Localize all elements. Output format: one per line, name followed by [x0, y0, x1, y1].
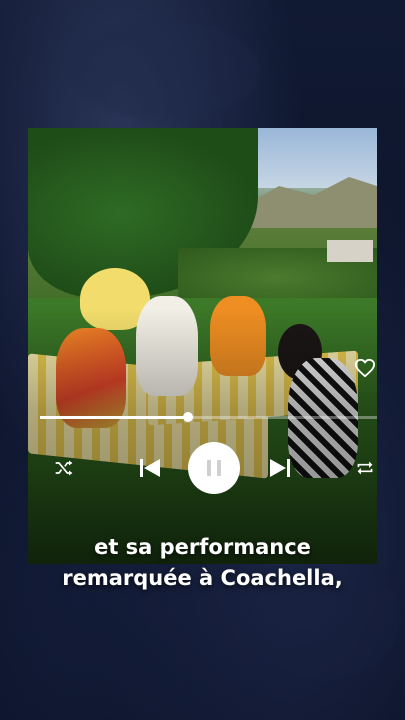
repeat-icon[interactable]: [354, 448, 376, 488]
shuffle-icon[interactable]: [52, 448, 76, 488]
pause-button[interactable]: [188, 442, 240, 494]
previous-icon[interactable]: [136, 448, 164, 488]
background-blob: [70, 20, 260, 120]
album-artwork: [28, 128, 377, 564]
house: [327, 240, 373, 262]
caption-line-2: remarquée à Coachella,: [62, 566, 343, 590]
progress-fill: [40, 416, 189, 419]
photo-shade: [28, 308, 377, 564]
playback-controls: [40, 442, 376, 494]
heart-icon[interactable]: [354, 358, 376, 378]
next-icon[interactable]: [266, 448, 294, 488]
caption-subtitle: et sa performance remarquée à Coachella,: [0, 532, 405, 594]
pause-icon: [207, 460, 221, 476]
caption-line-1: et sa performance: [94, 535, 311, 559]
progress-bar[interactable]: [40, 412, 377, 422]
